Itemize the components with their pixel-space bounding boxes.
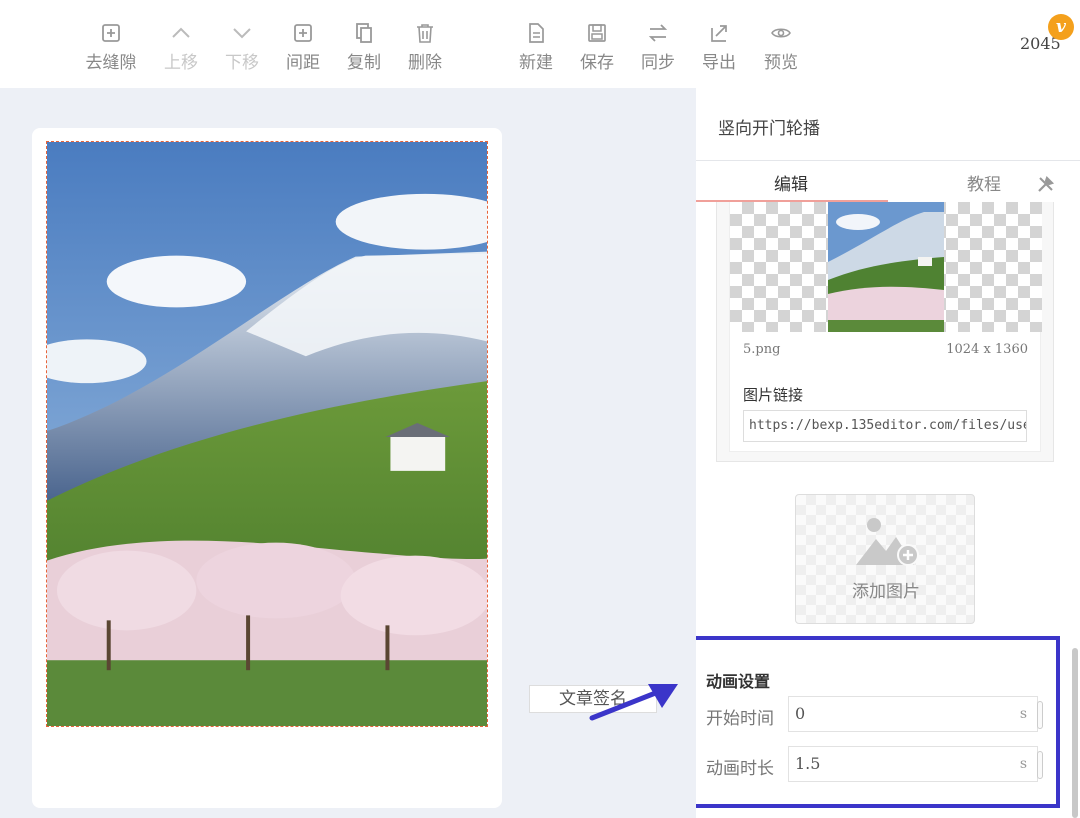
annotation-arrow-icon xyxy=(589,684,678,721)
start-time-stepper[interactable] xyxy=(1037,701,1043,729)
chevron-up-icon xyxy=(170,22,192,44)
delete-label: 删除 xyxy=(408,53,442,73)
animation-settings-section: 动画设置 开始时间 0 s 动画时长 1.5 s xyxy=(696,636,1060,808)
copy-icon xyxy=(353,22,375,44)
duration-unit: s xyxy=(1019,756,1027,772)
move-down-button[interactable]: 下移 xyxy=(212,22,272,73)
new-button[interactable]: 新建 xyxy=(506,22,566,73)
sync-label: 同步 xyxy=(641,53,675,73)
add-image-button[interactable]: 添加图片 xyxy=(795,494,975,624)
move-up-label: 上移 xyxy=(164,53,198,73)
selected-image[interactable] xyxy=(46,141,488,727)
duration-input[interactable]: 1.5 s xyxy=(788,746,1043,782)
image-item-card: 5.png 1024 x 1360 图片链接 https://bexp.135e… xyxy=(716,202,1054,462)
image-filename: 5.png xyxy=(743,342,781,357)
tab-tutorial[interactable]: 教程 xyxy=(967,170,1001,195)
export-button[interactable]: 导出 xyxy=(689,22,749,73)
save-button[interactable]: 保存 xyxy=(567,22,627,73)
move-down-label: 下移 xyxy=(225,53,259,73)
panel-divider xyxy=(696,160,1080,161)
article-card xyxy=(32,128,502,808)
image-link-label: 图片链接 xyxy=(743,386,804,404)
image-item: 5.png 1024 x 1360 图片链接 https://bexp.135e… xyxy=(729,202,1042,452)
copy-label: 复制 xyxy=(347,53,381,73)
image-link-input[interactable]: https://bexp.135editor.com/files/use xyxy=(743,410,1027,442)
start-time-input[interactable]: 0 s xyxy=(788,696,1043,732)
landscape-image-icon xyxy=(47,142,487,726)
spacing-button[interactable]: 间距 xyxy=(273,22,333,73)
spacing-label: 间距 xyxy=(286,53,320,73)
export-icon xyxy=(708,22,730,44)
save-icon xyxy=(586,22,608,44)
remove-gap-label: 去缝隙 xyxy=(85,53,137,73)
duration-label: 动画时长 xyxy=(706,759,774,779)
move-up-button[interactable]: 上移 xyxy=(151,22,211,73)
new-file-icon xyxy=(525,22,547,44)
copy-button[interactable]: 复制 xyxy=(334,22,394,73)
image-thumbnail[interactable] xyxy=(828,202,944,332)
preview-label: 预览 xyxy=(764,53,798,73)
vip-badge-icon[interactable]: v xyxy=(1048,14,1074,40)
chevron-down-icon xyxy=(231,22,253,44)
panel-title: 竖向开门轮播 xyxy=(718,119,820,139)
eye-icon xyxy=(770,22,792,44)
tab-edit[interactable]: 编辑 xyxy=(774,170,808,195)
sync-icon xyxy=(647,22,669,44)
animation-settings-title: 动画设置 xyxy=(706,672,771,691)
tools-icon[interactable] xyxy=(1036,174,1056,194)
add-image-label: 添加图片 xyxy=(852,582,920,602)
remove-gap-button[interactable]: 去缝隙 xyxy=(81,22,141,73)
export-label: 导出 xyxy=(702,53,736,73)
start-time-value: 0 xyxy=(795,704,806,723)
save-label: 保存 xyxy=(580,53,614,73)
start-time-unit: s xyxy=(1019,706,1027,722)
sync-button[interactable]: 同步 xyxy=(628,22,688,73)
toolbar: 去缝隙 上移 下移 间距 复制 删除 新建 保存 同步 导出 预览 2045 v xyxy=(0,0,1080,88)
start-time-label: 开始时间 xyxy=(706,709,774,729)
delete-button[interactable]: 删除 xyxy=(395,22,455,73)
thumbnail-image-icon xyxy=(828,202,944,332)
preview-button[interactable]: 预览 xyxy=(751,22,811,73)
plus-square-icon xyxy=(100,22,122,44)
add-image-icon xyxy=(856,518,919,566)
panel-scrollbar[interactable] xyxy=(1072,648,1078,818)
settings-panel: 竖向开门轮播 编辑 教程 5.png 1024 x 1360 图片链接 http… xyxy=(696,88,1080,818)
new-label: 新建 xyxy=(519,53,553,73)
duration-stepper[interactable] xyxy=(1037,751,1043,779)
image-dimensions: 1024 x 1360 xyxy=(946,342,1028,357)
duration-value: 1.5 xyxy=(795,754,821,773)
spacing-icon xyxy=(292,22,314,44)
trash-icon xyxy=(414,22,436,44)
